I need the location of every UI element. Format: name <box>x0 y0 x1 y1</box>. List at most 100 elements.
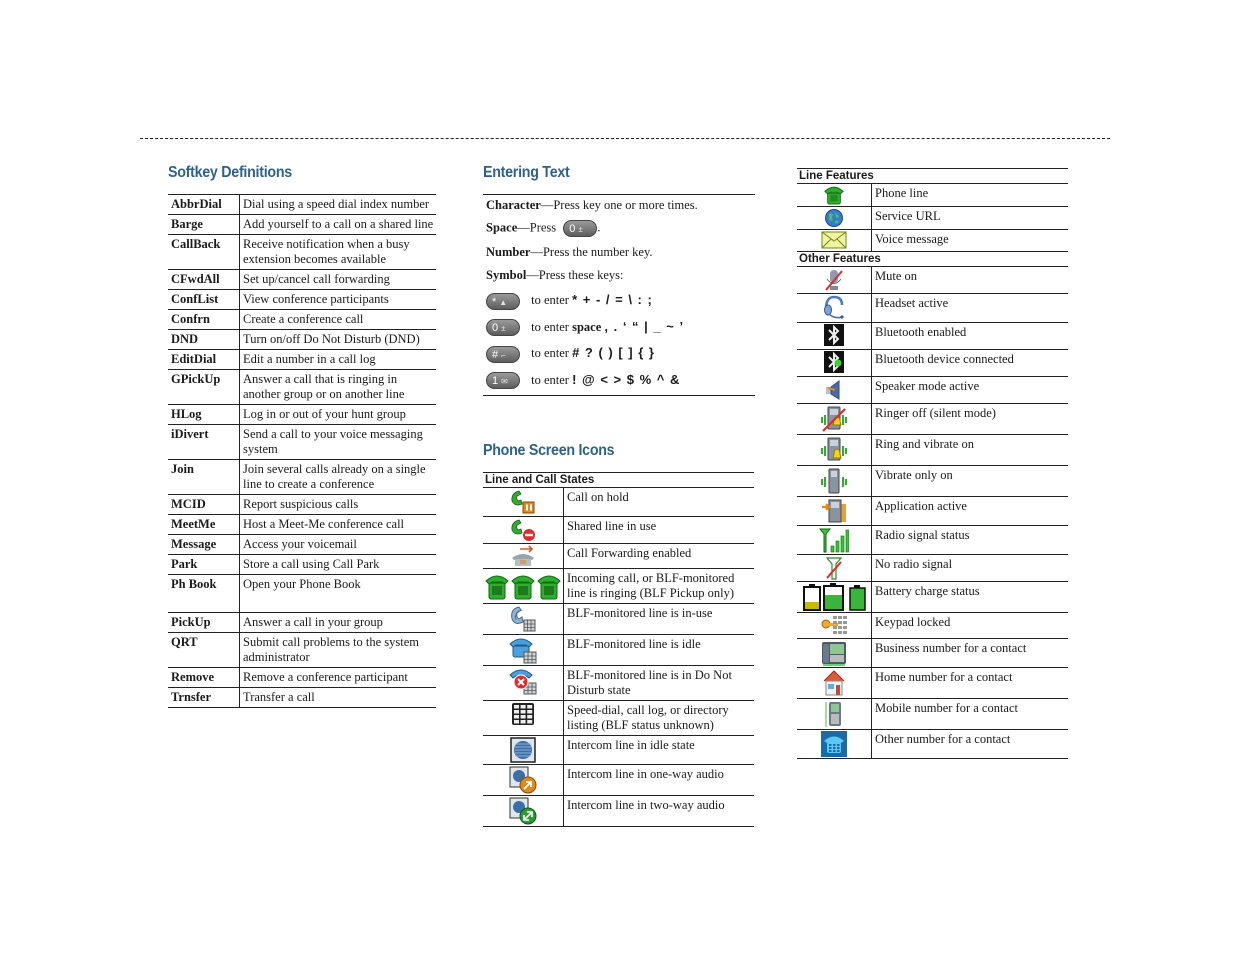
softkey-name: Remove <box>171 670 215 684</box>
icon-label: Speed-dial, call log, or directory listi… <box>567 703 729 732</box>
icon-row: Speed-dial, call log, or directory listi… <box>483 700 754 736</box>
softkey-description: Send a call to your voice messaging syst… <box>239 424 436 460</box>
number-term: Number <box>486 245 531 259</box>
symbol-prefix: to enter <box>531 319 569 334</box>
icon-row: Phone line <box>797 183 1068 207</box>
softkey-row: Trnsfer Transfer a call <box>168 687 436 708</box>
blf-in-use-icon <box>509 605 537 633</box>
softkey-row: Park Store a call using Call Park <box>168 554 436 575</box>
softkey-name: Park <box>171 557 198 571</box>
softkey-description: Log in or out of your hunt group <box>239 404 436 425</box>
icon-label: No radio signal <box>875 557 953 571</box>
symbol-bold-word: space <box>572 319 602 334</box>
symbol-characters: , . ‘ “ | _ ~ ’ <box>604 318 685 334</box>
intercom-idle-icon <box>510 737 536 763</box>
icon-label: Phone line <box>875 186 929 200</box>
icon-label: Shared line in use <box>567 519 657 533</box>
softkey-row: QRT Submit call problems to the system ad… <box>168 632 436 668</box>
icon-label: Business number for a contact <box>875 641 1027 655</box>
softkey-description: Create a conference call <box>239 309 436 330</box>
icon-label: Application active <box>875 499 967 513</box>
speaker-icon <box>823 378 845 402</box>
softkey-name: AbbrDial <box>171 197 222 211</box>
phone-line-icon <box>822 185 846 205</box>
line-call-states-table: Line and Call States Call on hold Shared l… <box>483 472 754 827</box>
icon-row: Speaker mode active <box>797 376 1068 404</box>
intercom-two-way-icon <box>509 797 537 825</box>
softkey-name: CallBack <box>171 237 221 251</box>
icon-row: Radio signal status <box>797 525 1068 555</box>
icon-label: BLF-monitored line is in-use <box>567 606 713 620</box>
character-term: Character <box>486 198 541 212</box>
softkey-name: PickUp <box>171 615 211 629</box>
softkey-name: Ph Book <box>171 577 217 591</box>
icon-row: No radio signal <box>797 554 1068 582</box>
icon-row: Home number for a contact <box>797 667 1068 699</box>
symbol-prefix: to enter <box>531 372 569 387</box>
symbol-prefix: to enter <box>531 346 569 360</box>
symbol-key-line: * ▲ to enter * + - / = \ : ; <box>486 292 653 310</box>
softkey-row: CFwdAll Set up/cancel call forwarding <box>168 269 436 290</box>
headset-icon <box>822 295 846 321</box>
icon-row: Service URL <box>797 206 1068 230</box>
softkey-name: ConfList <box>171 292 219 306</box>
icon-row: Intercom line in idle state <box>483 735 754 765</box>
mobile-number-icon <box>824 700 844 728</box>
softkey-name: Message <box>171 537 217 551</box>
space-after: . <box>597 220 601 235</box>
softkey-table: AbbrDial Dial using a speed dial index nu… <box>168 194 436 708</box>
softkey-description: Set up/cancel call forwarding <box>239 269 436 290</box>
icon-row: Mute on <box>797 266 1068 294</box>
business-number-icon <box>821 640 847 666</box>
phone-screen-icons-heading: Phone Screen Icons <box>483 442 615 459</box>
shared-line-in-use-icon <box>509 518 537 542</box>
icon-row: Keypad locked <box>797 612 1068 639</box>
icon-row: Headset active <box>797 293 1068 323</box>
symbol-characters: * + - / = \ : ; <box>572 292 653 307</box>
softkey-description: Answer a call that is ringing in another… <box>239 369 436 405</box>
icon-label: Intercom line in idle state <box>567 738 695 752</box>
mute-icon <box>824 268 844 292</box>
softkey-name: DND <box>171 332 199 346</box>
icon-row: BLF-monitored line is in-use <box>483 603 754 635</box>
service-url-icon <box>824 208 844 228</box>
keypad-key-icon: 0 ± <box>486 319 520 337</box>
softkey-description: Transfer a call <box>239 687 436 708</box>
features-table: Line Features Phone line Service URL Voice … <box>797 168 1068 759</box>
radio-signal-icon <box>819 527 849 553</box>
ringer-off-icon <box>819 405 849 433</box>
softkey-row: MeetMe Host a Meet-Me conference call <box>168 514 436 535</box>
softkey-row: PickUp Answer a call in your group <box>168 612 436 633</box>
application-active-icon <box>820 498 848 524</box>
icon-row: Voice message <box>797 229 1068 252</box>
softkey-name: Barge <box>171 217 203 231</box>
symbol-prefix: to enter <box>531 293 569 307</box>
symbol-key-line: 1 ✉ to enter ! @ < > $ % ^ & <box>486 372 680 390</box>
softkey-row: GPickUp Answer a call that is ringing in … <box>168 369 436 405</box>
icon-row: Intercom line in two-way audio <box>483 795 754 827</box>
softkey-row: Remove Remove a conference participant <box>168 667 436 688</box>
softkey-description: Receive notification when a busy extensi… <box>239 234 436 270</box>
softkey-row: Message Access your voicemail <box>168 534 436 555</box>
space-term: Space <box>486 220 518 235</box>
other-number-icon <box>821 731 847 757</box>
speed-dial-listing-icon <box>511 702 535 726</box>
icon-label: Vibrate only on <box>875 468 953 482</box>
icon-row: Application active <box>797 496 1068 526</box>
icon-row: Incoming call, or BLF-monitored line is … <box>483 568 754 604</box>
icon-label: Headset active <box>875 296 949 310</box>
number-text: —Press the number key. <box>530 245 653 259</box>
entering-text-box: Character—Press key one or more times. S… <box>483 194 755 396</box>
icon-label: Other number for a contact <box>875 732 1011 746</box>
icon-label: Call on hold <box>567 490 629 504</box>
icon-row: Call Forwarding enabled <box>483 543 754 569</box>
icon-row: Vibrate only on <box>797 465 1068 497</box>
icon-label: Radio signal status <box>875 528 970 542</box>
softkey-name: MCID <box>171 497 206 511</box>
softkey-description: Answer a call in your group <box>239 612 436 633</box>
softkey-row: EditDial Edit a number in a call log <box>168 349 436 370</box>
symbol-key-line: 0 ± to enter space , . ‘ “ | _ ~ ’ <box>486 319 684 337</box>
icon-label: Ring and vibrate on <box>875 437 974 451</box>
softkey-name: Trnsfer <box>171 690 212 704</box>
blf-idle-icon <box>508 636 538 664</box>
